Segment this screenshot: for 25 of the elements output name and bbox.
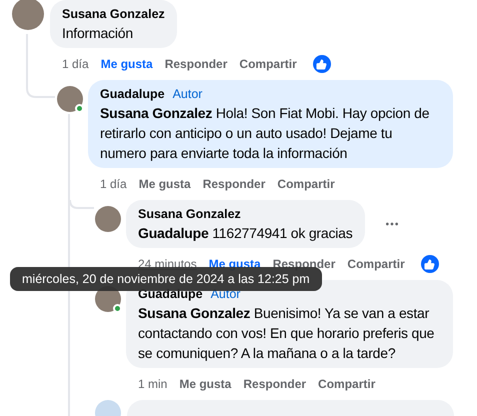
- comment-action-link[interactable]: Me gusta: [179, 375, 232, 393]
- date-tooltip: miércoles, 20 de noviembre de 2024 a las 12:25 pm: [10, 267, 322, 291]
- like-reaction-icon[interactable]: [420, 255, 439, 273]
- comment-action-link[interactable]: Responder: [202, 175, 266, 193]
- comment-action-link[interactable]: Compartir: [239, 55, 297, 73]
- comment-time[interactable]: 1 día: [62, 55, 89, 73]
- comment-action-link[interactable]: Compartir: [277, 175, 335, 193]
- author-label: Autor: [172, 86, 202, 103]
- comment-time[interactable]: 1 min: [138, 375, 168, 393]
- comment-time[interactable]: 1 día: [100, 175, 127, 193]
- comment-text: Guadalupe 1162774941 ok gracias: [138, 224, 353, 243]
- comment-action-link[interactable]: Me gusta: [100, 55, 153, 73]
- comment-action-link[interactable]: Responder: [164, 55, 228, 73]
- author-name[interactable]: Susana Gonzalez: [62, 5, 165, 23]
- comment-text: Información: [62, 24, 134, 43]
- comment-action-link[interactable]: Responder: [243, 375, 306, 393]
- author-name[interactable]: Guadalupe: [100, 85, 165, 103]
- comment-action-link[interactable]: Me gusta: [138, 175, 191, 193]
- comment-action-link[interactable]: Compartir: [347, 255, 405, 273]
- author-name[interactable]: Susana Gonzalez: [138, 205, 241, 223]
- comment-text: Susana Gonzalez Buenisimo! Ya se van a estar contactando con vos! En que horario preferis que se comuniquen? A la mañana o a la tarde?: [138, 304, 436, 363]
- comment-text: Susana Gonzalez Hola! Son Fiat Mobi. Hay opcion de retirarlo con anticipo o un auto usado! Dejame tu numero para enviarte toda la información: [100, 104, 430, 163]
- thread-line: [26, 34, 55, 98]
- like-reaction-icon[interactable]: [312, 55, 331, 73]
- comment-action-link[interactable]: Compartir: [318, 375, 376, 393]
